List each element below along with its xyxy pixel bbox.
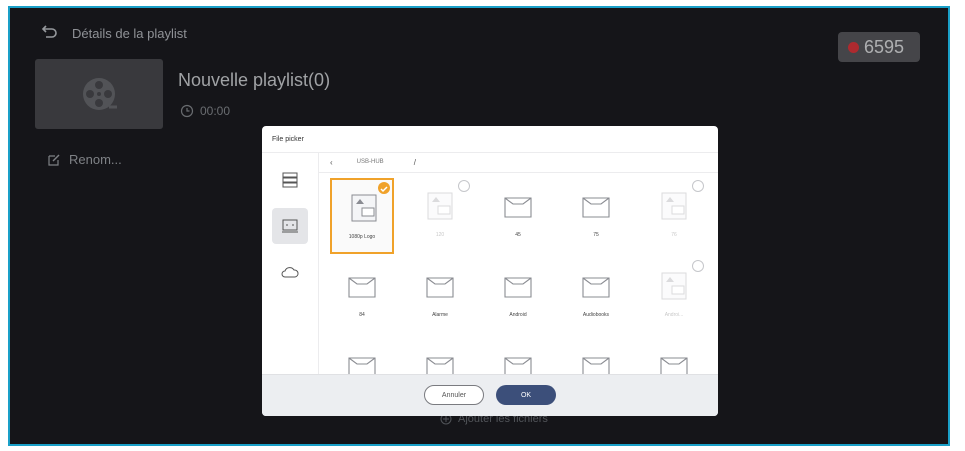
ok-button[interactable]: OK <box>496 385 556 405</box>
file-picker-dialog: File picker ‹ USB-HUB / 1080p Logo 120 4… <box>262 126 718 416</box>
file-label: 76 <box>671 232 677 238</box>
app-window: Détails de la playlist 6595 Nouvelle pla… <box>8 6 950 446</box>
source-sidebar <box>262 152 319 374</box>
path-breadcrumb: ‹ USB-HUB / <box>318 152 718 173</box>
select-check-icon[interactable] <box>458 180 470 192</box>
file-label: 84 <box>359 312 365 318</box>
folder-icon <box>660 357 688 374</box>
select-check-icon[interactable] <box>692 180 704 192</box>
file-tile[interactable]: Android <box>486 258 550 334</box>
select-check-icon[interactable] <box>692 260 704 272</box>
file-tile[interactable]: 76 <box>642 178 706 254</box>
select-check-icon[interactable] <box>378 182 390 194</box>
folder-icon <box>426 277 454 298</box>
file-tile[interactable]: Alarme <box>408 258 472 334</box>
file-tile[interactable] <box>330 338 394 374</box>
folder-icon <box>582 277 610 298</box>
dialog-footer: Annuler OK <box>262 374 718 416</box>
folder-icon <box>582 197 610 218</box>
file-tile[interactable] <box>564 338 628 374</box>
source-device[interactable] <box>272 208 308 244</box>
cancel-button[interactable]: Annuler <box>424 385 484 405</box>
image-file-icon <box>661 272 687 300</box>
file-tile[interactable]: Audiobooks <box>564 258 628 334</box>
file-label: 75 <box>593 232 599 238</box>
cloud-icon <box>281 267 299 278</box>
file-label: Android <box>509 312 527 318</box>
folder-icon <box>504 357 532 374</box>
storage-icon <box>282 172 298 188</box>
file-label: Audiobooks <box>582 312 610 318</box>
source-cloud[interactable] <box>272 254 308 290</box>
image-file-icon <box>427 192 453 220</box>
file-label: 120 <box>435 232 445 238</box>
file-tile[interactable] <box>486 338 550 374</box>
folder-icon <box>426 357 454 374</box>
image-file-icon <box>661 192 687 220</box>
folder-icon <box>348 357 376 374</box>
file-tile[interactable]: 84 <box>330 258 394 334</box>
file-label: Androi... <box>664 312 684 318</box>
file-label: 45 <box>515 232 521 238</box>
file-tile[interactable] <box>408 338 472 374</box>
folder-icon <box>504 277 532 298</box>
dialog-title: File picker <box>272 136 304 143</box>
file-label: Alarme <box>432 312 448 318</box>
file-tile[interactable]: 120 <box>408 178 472 254</box>
file-tile[interactable] <box>642 338 706 374</box>
folder-icon <box>348 277 376 298</box>
folder-icon <box>504 197 532 218</box>
path-separator: / <box>413 157 416 167</box>
file-label: 1080p Logo <box>348 234 376 240</box>
path-back-icon[interactable]: ‹ <box>330 158 333 167</box>
file-tile[interactable]: 1080p Logo <box>330 178 394 254</box>
device-icon <box>282 219 298 233</box>
folder-icon <box>582 357 610 374</box>
file-tile[interactable]: Androi... <box>642 258 706 334</box>
path-device[interactable]: USB-HUB <box>357 159 384 165</box>
image-file-icon <box>351 194 377 222</box>
source-storage[interactable] <box>272 162 308 198</box>
file-grid: 1080p Logo 120 45 75 76 84 Alarme Android Audiob… <box>318 172 718 374</box>
dialog-title-bar <box>262 126 718 153</box>
file-tile[interactable]: 45 <box>486 178 550 254</box>
file-tile[interactable]: 75 <box>564 178 628 254</box>
